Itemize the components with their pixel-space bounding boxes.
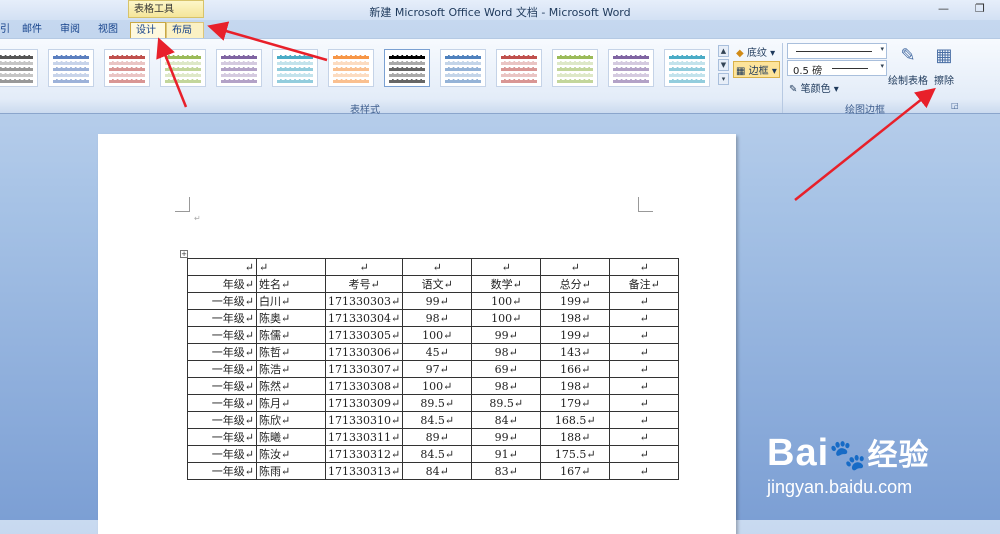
arrow-to-eraser <box>794 87 936 201</box>
watermark-url: jingyan.baidu.com <box>767 477 913 497</box>
arrow-to-design-tab <box>156 37 188 108</box>
arrow-to-layout-tab <box>207 21 328 62</box>
watermark-brand: Bai🐾经验 <box>767 432 930 474</box>
baidu-watermark: Bai🐾经验 jingyan.baidu.com <box>767 430 930 498</box>
paw-icon: 🐾 <box>829 439 868 472</box>
